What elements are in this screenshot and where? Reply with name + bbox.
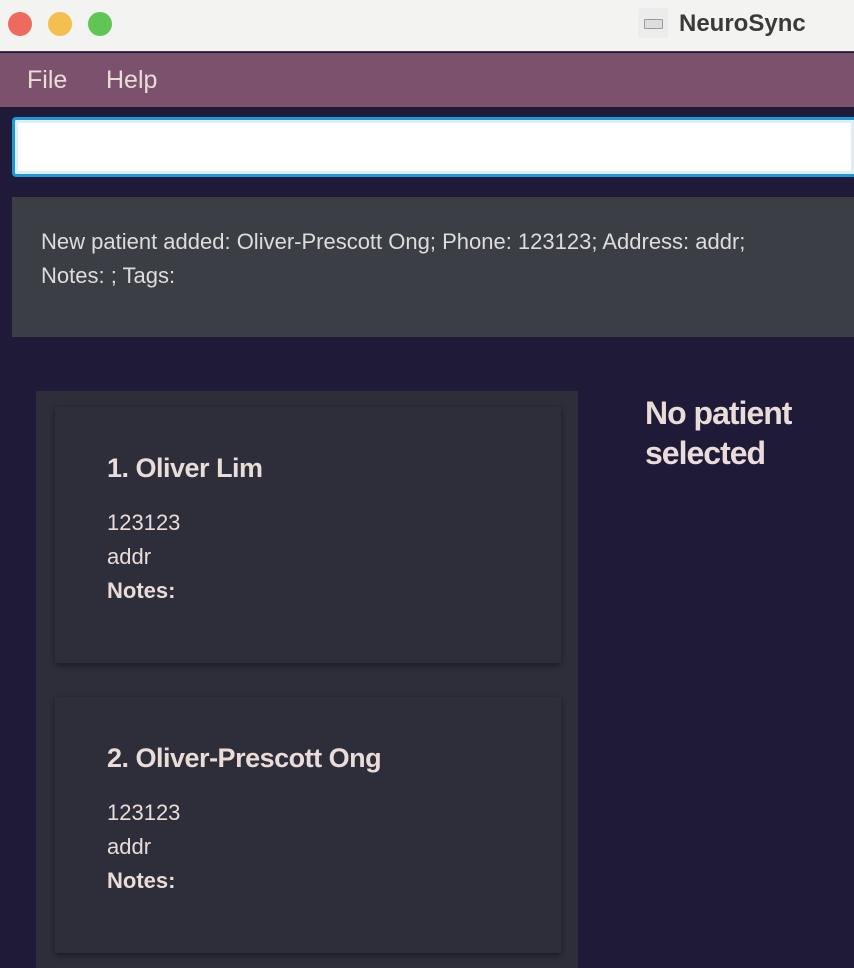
menu-help[interactable]: Help: [106, 66, 157, 95]
app-icon: [638, 8, 668, 38]
patient-card[interactable]: 2. Oliver-Prescott Ong 123123 addr Notes…: [55, 697, 561, 953]
patient-phone: 123123: [107, 510, 181, 535]
maximize-window-button[interactable]: [88, 12, 112, 36]
close-window-button[interactable]: [8, 12, 32, 36]
patient-list[interactable]: 1. Oliver Lim 123123 addr Notes: 2. Oliv…: [36, 391, 578, 968]
patient-name: 2. Oliver-Prescott Ong: [107, 743, 382, 773]
patient-address: addr: [107, 544, 152, 569]
window-title: NeuroSync: [679, 10, 806, 37]
command-input[interactable]: [12, 117, 854, 177]
patient-card[interactable]: 1. Oliver Lim 123123 addr Notes:: [55, 407, 561, 663]
minimize-window-button[interactable]: [48, 12, 72, 36]
menu-bar: File Help: [0, 53, 854, 107]
patient-phone: 123123: [107, 800, 181, 825]
result-line: Notes: ; Tags:: [41, 263, 176, 288]
result-display: New patient added: Oliver-Prescott Ong; …: [12, 197, 854, 337]
patient-address: addr: [107, 834, 152, 859]
no-patient-selected-text: No patient selected: [645, 395, 792, 471]
menu-file[interactable]: File: [27, 66, 67, 95]
patient-notes-label: Notes:: [107, 578, 176, 603]
patient-name: 1. Oliver Lim: [107, 453, 263, 483]
result-line: New patient added: Oliver-Prescott Ong; …: [41, 229, 746, 254]
title-bar: NeuroSync: [0, 0, 854, 52]
patient-notes-label: Notes:: [107, 868, 176, 893]
